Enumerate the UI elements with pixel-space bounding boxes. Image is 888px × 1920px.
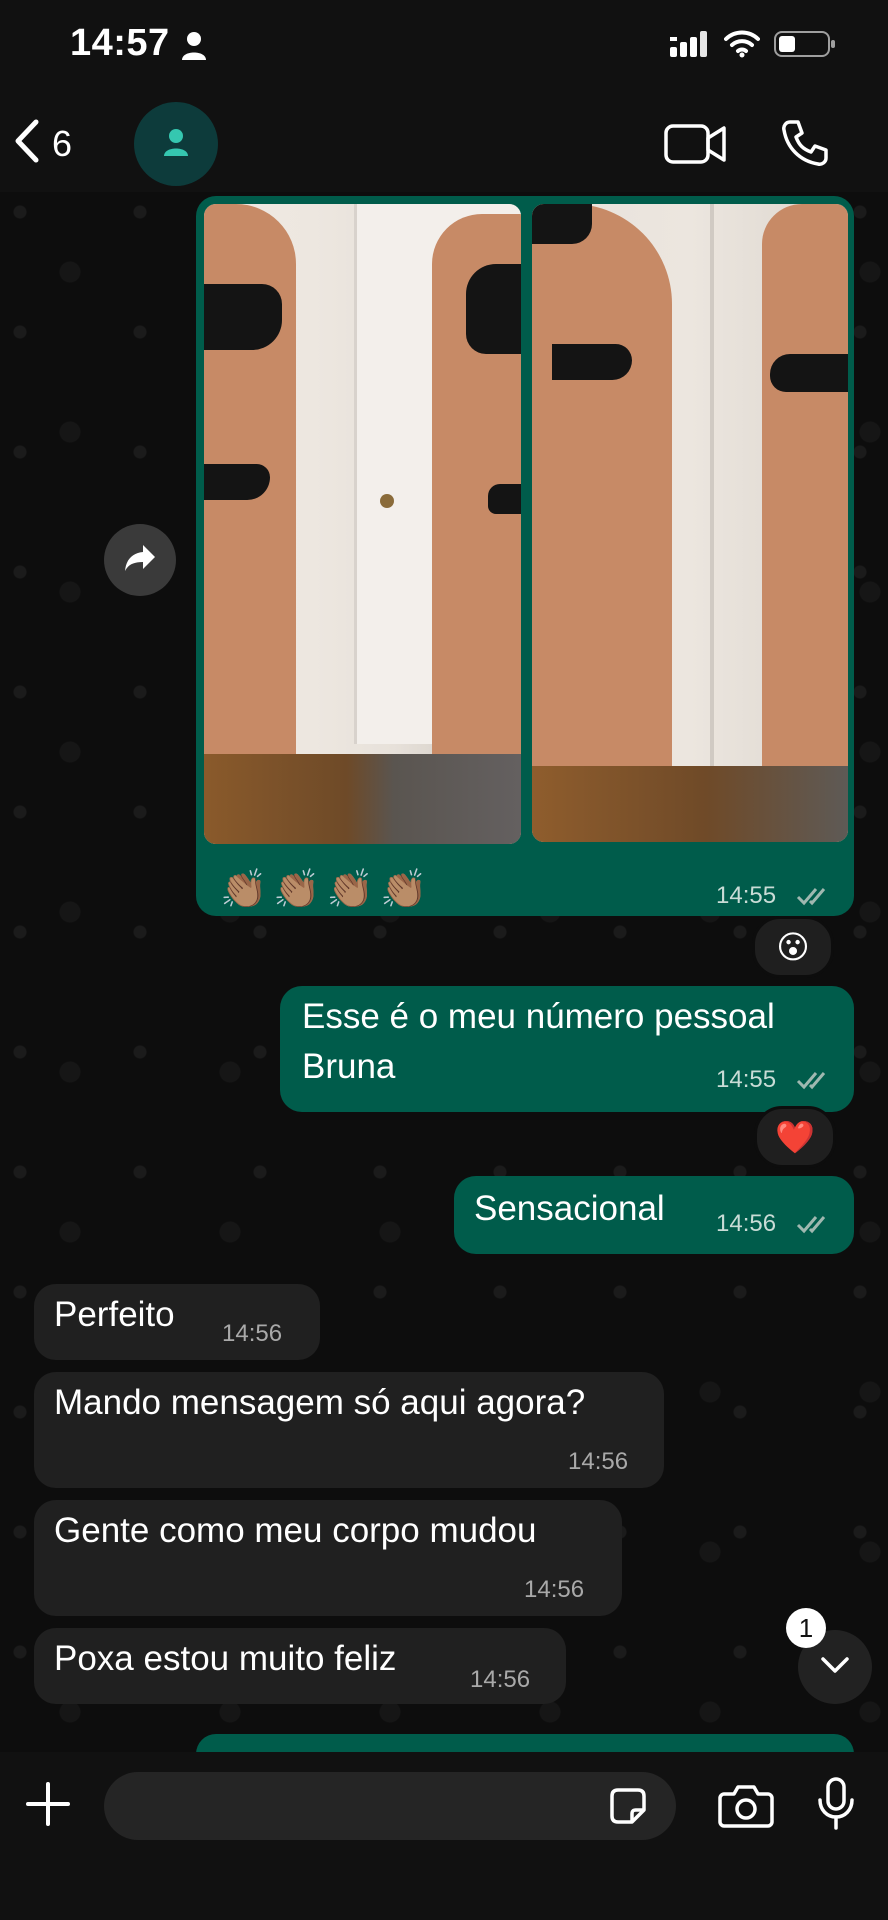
- bikini-bottom-image-part: [770, 354, 848, 392]
- camera-button[interactable]: [718, 1782, 774, 1833]
- message-bubble-outgoing[interactable]: Sensacional 14:56: [454, 1176, 854, 1254]
- message-text: Mando mensagem só aqui agora?: [54, 1383, 586, 1422]
- phone-icon: [780, 120, 830, 172]
- sticker-icon: [606, 1788, 650, 1832]
- status-time: 14:57: [70, 22, 170, 64]
- reaction-badge[interactable]: 😮: [752, 916, 834, 978]
- wifi-icon: [724, 30, 760, 63]
- battery-icon: [774, 30, 836, 63]
- floor-image-part: [204, 754, 521, 844]
- read-ticks-icon: [796, 1068, 836, 1097]
- body-image-part: [762, 204, 848, 842]
- read-ticks-icon: [796, 1212, 836, 1241]
- message-time: 14:56: [524, 1576, 585, 1603]
- floor-image-part: [532, 766, 848, 842]
- reaction-badge[interactable]: ❤️: [754, 1106, 836, 1168]
- bikini-top-image-part: [204, 284, 282, 350]
- message-time: 14:56: [568, 1448, 629, 1475]
- message-text: Esse é o meu número pessoal: [302, 997, 775, 1036]
- unread-badge: 1: [786, 1608, 826, 1648]
- message-bubble-incoming[interactable]: Gente como meu corpo mudou 14:56: [34, 1500, 622, 1616]
- status-bar: 14:57: [0, 0, 888, 100]
- forward-icon: [123, 543, 157, 578]
- photo-before-after-1[interactable]: [204, 204, 521, 844]
- voice-call-button[interactable]: [780, 118, 830, 173]
- message-time: 14:55: [716, 882, 777, 909]
- message-text: Gente como meu corpo mudou: [54, 1511, 537, 1550]
- message-time: 14:56: [222, 1320, 283, 1347]
- message-bubble-incoming[interactable]: Perfeito 14:56: [34, 1284, 320, 1360]
- back-button[interactable]: 6: [12, 118, 72, 169]
- message-bubble-incoming[interactable]: Mando mensagem só aqui agora? 14:56: [34, 1372, 664, 1488]
- bikini-top-image-part: [532, 204, 592, 244]
- message-input[interactable]: [104, 1772, 676, 1840]
- media-caption: 👏🏽👏🏽👏🏽👏🏽: [220, 869, 434, 911]
- media-message[interactable]: 👏🏽👏🏽👏🏽👏🏽 14:55: [196, 196, 854, 916]
- message-time: 14:55: [716, 1066, 777, 1093]
- video-call-icon: [664, 124, 728, 170]
- body-image-part: [532, 204, 672, 842]
- whatsapp-chat-screen: 14:57 6 👏🏽👏🏽👏🏽👏🏽 14:55 😮 Esse é o meu nú…: [0, 0, 888, 1920]
- photo-divider-image-part: [710, 204, 714, 842]
- message-text: Poxa estou muito feliz: [54, 1639, 397, 1678]
- message-bubble-incoming[interactable]: Poxa estou muito feliz 14:56: [34, 1628, 566, 1704]
- camera-icon: [718, 1785, 774, 1832]
- chat-messages-area[interactable]: 👏🏽👏🏽👏🏽👏🏽 14:55 😮 Esse é o meu número pes…: [0, 192, 888, 1774]
- photo-before-after-2[interactable]: [532, 204, 848, 842]
- unread-chats-count: 6: [52, 122, 73, 164]
- message-text: Perfeito: [54, 1295, 175, 1334]
- back-chevron-icon: [12, 118, 42, 169]
- message-text: Sensacional: [474, 1189, 665, 1228]
- microphone-icon: [816, 1777, 856, 1836]
- bikini-bottom-image-part: [488, 484, 521, 514]
- chevron-down-icon: [820, 1656, 850, 1679]
- bikini-top-image-part: [466, 264, 521, 354]
- person-icon: [180, 30, 208, 65]
- bikini-bottom-image-part: [204, 464, 270, 500]
- video-call-button[interactable]: [664, 122, 728, 171]
- sticker-button[interactable]: [606, 1784, 650, 1833]
- message-composer: [0, 1752, 888, 1920]
- bikini-bottom-image-part: [552, 344, 632, 380]
- contact-avatar[interactable]: [134, 102, 218, 186]
- signal-icon: [670, 31, 710, 62]
- message-bubble-outgoing[interactable]: Esse é o meu número pessoal Bruna 14:55: [280, 986, 854, 1112]
- forward-button[interactable]: [104, 524, 176, 596]
- door-knob-image-part: [380, 494, 394, 508]
- attach-button[interactable]: [24, 1780, 72, 1833]
- read-ticks-icon: [796, 884, 836, 913]
- message-time: 14:56: [470, 1666, 531, 1693]
- message-time: 14:56: [716, 1210, 777, 1237]
- message-text: Bruna: [302, 1047, 396, 1086]
- plus-icon: [24, 1782, 72, 1832]
- chat-header: 6: [0, 100, 888, 192]
- avatar-person-icon: [162, 127, 190, 162]
- status-icons: [670, 30, 836, 63]
- microphone-button[interactable]: [816, 1776, 856, 1837]
